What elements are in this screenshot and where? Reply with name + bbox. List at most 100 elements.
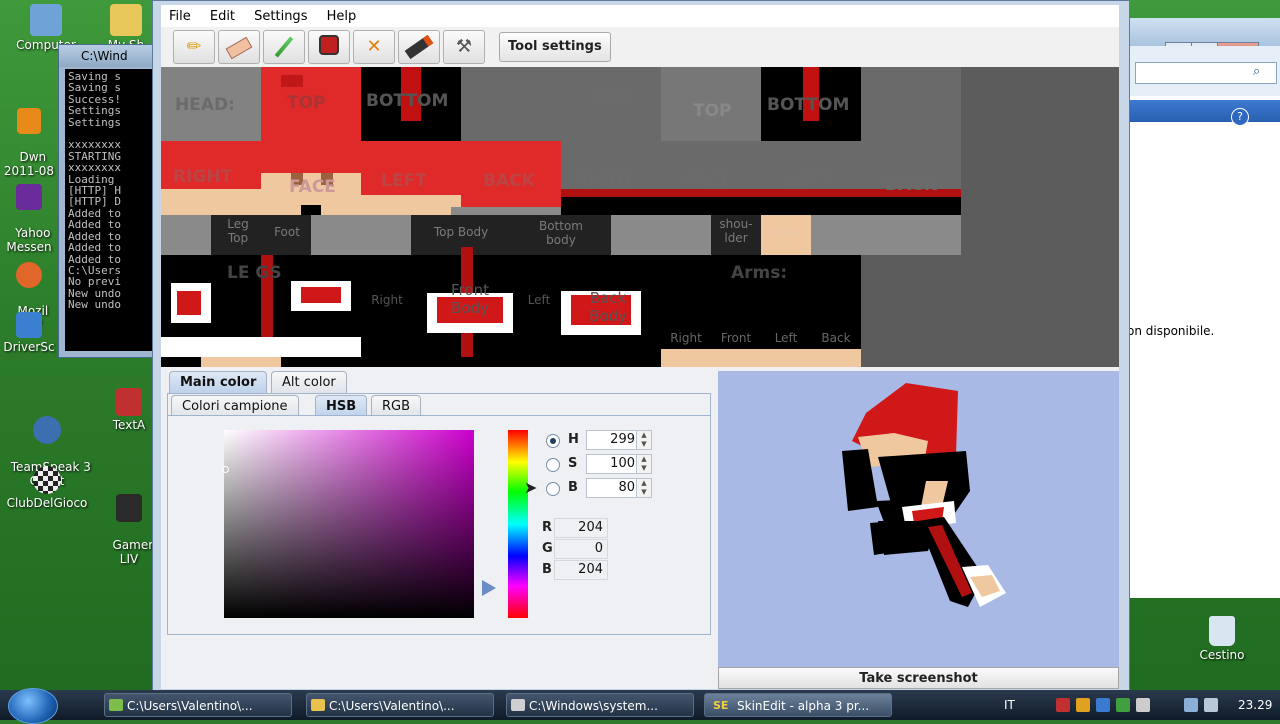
help-icon[interactable]: ? — [1231, 108, 1249, 126]
taskbar-item-label: C:\Users\Valentino\... — [329, 699, 455, 713]
s-spinner[interactable]: ▲ ▼ — [636, 454, 652, 474]
taskbar-item-label: C:\Windows\system... — [529, 699, 658, 713]
texture-cell — [861, 67, 961, 141]
saturation-brightness-field[interactable] — [224, 430, 474, 618]
s-input[interactable]: 100 — [586, 454, 640, 474]
h-spinner[interactable]: ▲ ▼ — [636, 430, 652, 450]
label-shoulder: shou- lder — [719, 217, 753, 245]
hue-slider-handle-icon[interactable] — [482, 580, 496, 596]
label-front-body: Front Body — [451, 281, 489, 317]
brush-icon: ✕ — [366, 36, 382, 57]
mouse-pointer-icon: ➤ — [524, 478, 538, 497]
tray-app-icon[interactable] — [1076, 698, 1090, 712]
texture-cell — [161, 337, 361, 357]
desktop-icon-texta[interactable]: TextA — [104, 388, 154, 432]
texture-cell — [301, 287, 341, 303]
pencil-icon: ✏ — [186, 36, 202, 57]
eraser-tool-button[interactable] — [218, 30, 260, 64]
desktop-icon-gamer[interactable]: Gamer LIV — [104, 466, 154, 566]
clubdelgioco-icon — [33, 466, 61, 494]
recycle-bin-icon — [1209, 616, 1235, 646]
radio-b[interactable] — [546, 482, 560, 496]
texture-cell — [461, 67, 561, 141]
label-hat-bottom: BOTTOM — [767, 95, 850, 115]
sb-cursor-icon[interactable] — [222, 466, 229, 473]
skin-3d-preview[interactable] — [718, 371, 1119, 667]
label-arm-back: Back — [821, 331, 851, 345]
menu-settings[interactable]: Settings — [248, 5, 313, 29]
tray-app-icon[interactable] — [1096, 698, 1110, 712]
label-s: S — [568, 456, 578, 471]
skinedit-icon: SE — [713, 699, 729, 712]
radio-s[interactable] — [546, 458, 560, 472]
label-leg-top: Leg Top — [227, 217, 249, 245]
pencil-tool-button[interactable]: ✏ — [173, 30, 215, 64]
clock[interactable]: 23.29 — [1238, 690, 1272, 720]
desktop-icon-label: Cestino — [1199, 648, 1245, 662]
eraser-icon — [225, 36, 253, 60]
take-screenshot-button[interactable]: Take screenshot — [718, 667, 1119, 689]
console-line: Added to — [68, 241, 121, 255]
tray-app-icon[interactable] — [1116, 698, 1130, 712]
console-line: New undo — [68, 298, 121, 312]
menu-file[interactable]: File — [163, 5, 197, 29]
menu-bar: File Edit Settings Help — [161, 5, 1119, 27]
console-window[interactable]: C:\Wind Saving s Saving s Success! Settings… — [58, 44, 160, 358]
gamer-icon — [116, 494, 142, 522]
b-spinner[interactable]: ▲ ▼ — [636, 478, 652, 498]
volume-icon[interactable] — [1204, 698, 1218, 712]
network-icon[interactable] — [1184, 698, 1198, 712]
texture-cell — [161, 189, 261, 215]
b-input[interactable]: 80 — [586, 478, 640, 498]
skin-texture-canvas[interactable]: HEAD: TOP BOTTOM HAT: TOP BOTTOM RIGHT F… — [161, 67, 1119, 367]
label-hat-face: FACE — [685, 171, 732, 191]
toolbar: ✏ ✕ ⚒ Tool settings — [161, 27, 1119, 68]
tray-app-icon[interactable] — [1056, 698, 1070, 712]
tool-settings-button[interactable]: Tool settings — [499, 32, 611, 62]
console-line: xxxxxxxx — [68, 161, 121, 175]
taskbar-item-explorer-2[interactable]: C:\Users\Valentino\... — [306, 693, 494, 717]
h-input[interactable]: 299 — [586, 430, 640, 450]
console-line: Added to — [68, 218, 121, 232]
hsb-panel: ➤ H 299 ▲ ▼ S 100 ▲ ▼ B 80 ▲ ▼ R 204 G 0 B … — [167, 415, 711, 635]
dark-brush-tool-button[interactable] — [398, 30, 440, 64]
brush-tool-button[interactable]: ✕ — [353, 30, 395, 64]
tab-main-color[interactable]: Main color — [169, 371, 268, 394]
label-arm-left: Left — [774, 331, 798, 345]
taskbar-item-skinedit[interactable]: SE SkinEdit - alpha 3 pr... — [704, 693, 892, 717]
taskbar-item-label: C:\Users\Valentino\... — [127, 699, 253, 713]
tab-alt-color[interactable]: Alt color — [271, 371, 347, 394]
desktop-icon-driverscanner[interactable]: DriverSc — [0, 312, 58, 354]
hammer-tool-button[interactable]: ⚒ — [443, 30, 485, 64]
radio-h[interactable] — [546, 434, 560, 448]
desktop-icon-cestino[interactable]: Cestino — [1180, 616, 1264, 662]
explorer-status-text: on disponibile. — [1127, 324, 1215, 338]
label-legs: LE GS — [227, 263, 282, 283]
label-head: HEAD: — [175, 95, 235, 115]
color-picker-tool-button[interactable] — [263, 30, 305, 64]
skinedit-window[interactable]: File Edit Settings Help ✏ ✕ ⚒ Tool setti… — [152, 0, 1130, 692]
language-indicator[interactable]: IT — [1004, 690, 1015, 720]
desktop-icon-clubdelgioco[interactable]: ClubDelGioco — [0, 466, 94, 510]
explorer-window[interactable]: – □ ✕ ⌕ ? on disponibile. — [1126, 18, 1280, 598]
taskbar-item-console[interactable]: C:\Windows\system... — [506, 693, 694, 717]
texture-cell — [281, 75, 303, 87]
g-value: 0 — [554, 539, 608, 559]
texture-cell — [661, 349, 861, 367]
bucket-tool-button[interactable] — [308, 30, 350, 64]
menu-help[interactable]: Help — [321, 5, 363, 29]
console-title[interactable]: C:\Wind — [59, 45, 159, 67]
menu-edit[interactable]: Edit — [204, 5, 241, 29]
hue-slider[interactable] — [508, 430, 528, 618]
taskbar-item-label: SkinEdit - alpha 3 pr... — [737, 699, 870, 713]
desktop-icon-label: DriverSc — [3, 340, 55, 354]
label-hand: HAND — [768, 225, 804, 239]
label-legs-right: Right — [371, 293, 403, 307]
search-icon[interactable]: ⌕ — [1253, 64, 1260, 79]
label-hat: HAT: — [591, 85, 635, 105]
r-value: 204 — [554, 518, 608, 538]
tray-app-icon[interactable] — [1136, 698, 1150, 712]
taskbar-item-explorer-1[interactable]: C:\Users\Valentino\... — [104, 693, 292, 717]
start-button[interactable] — [8, 688, 58, 724]
texture-cell — [361, 195, 461, 215]
